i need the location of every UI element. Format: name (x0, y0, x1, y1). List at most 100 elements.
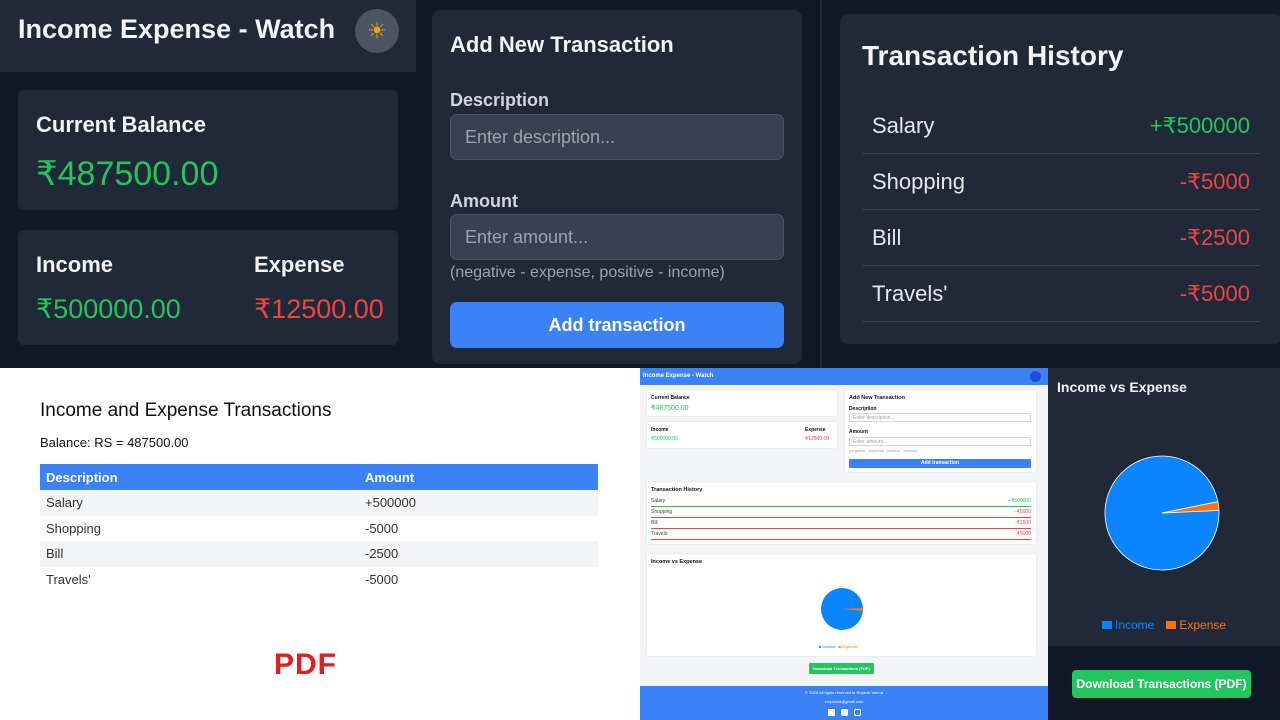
mini-row-amount: -₹5000 (1015, 531, 1031, 537)
mini-row-desc: Travels' (651, 531, 669, 537)
mini-title: Income Expense - Watch (643, 373, 714, 379)
mini-expense-label: Expense (805, 427, 826, 433)
mini-history-card: Transaction History Salary +₹500000 Shop… (647, 482, 1036, 544)
chart-panel: Income vs Expense Income Expense Downloa… (1048, 368, 1280, 720)
amount-input[interactable] (450, 214, 784, 260)
mini-balance-card: Current Balance ₹487500.00 (647, 390, 837, 416)
legend-expense[interactable]: Expense (1179, 618, 1226, 632)
transaction-history-card: Transaction History Salary +₹500000 Shop… (840, 14, 1280, 344)
mini-row-desc: Bill (651, 520, 658, 526)
chart-title: Income vs Expense (1057, 379, 1187, 395)
pdf-desc: Bill (40, 541, 359, 567)
table-row: Salary +500000 (40, 490, 598, 516)
mini-row-divider (651, 506, 1031, 507)
mini-legend-expense: Expense (842, 644, 858, 649)
mini-footer: © 2025 All rights reserved to Rupesh Ver… (640, 686, 1048, 720)
mini-add-button[interactable]: Add transaction (849, 459, 1031, 468)
income-expense-card: Income Expense ₹500000.00 ₹12500.00 (18, 230, 398, 345)
history-amount: -₹5000 (1179, 168, 1250, 194)
mini-download-button[interactable]: Download Transactions (PDF) (809, 663, 874, 674)
history-row[interactable]: Travels' -₹5000 (862, 266, 1260, 322)
pie-chart (1104, 455, 1220, 571)
chart-legend: Income Expense (1102, 618, 1226, 632)
income-label: Income (36, 252, 114, 277)
description-input[interactable] (450, 114, 784, 160)
history-row[interactable]: Salary +₹500000 (862, 98, 1260, 154)
amount-label: Amount (450, 191, 518, 211)
balance-label: Current Balance (36, 112, 206, 137)
mini-chart-legend: ■ Income ■ Expense (819, 644, 858, 649)
mini-row-divider (651, 528, 1031, 529)
table-row: Bill -2500 (40, 541, 598, 567)
mini-form-title: Add New Transaction (849, 395, 905, 401)
mini-desc-input[interactable]: Enter description... (849, 413, 1031, 422)
mini-row-desc: Shopping (651, 509, 673, 515)
mini-income-label: Income (651, 427, 669, 433)
balance-value: ₹487500.00 (36, 155, 219, 193)
mini-page-preview: Income Expense - Watch Current Balance ₹… (640, 368, 1048, 720)
pdf-amount: -5000 (365, 571, 399, 587)
linkedin-icon[interactable] (827, 709, 835, 716)
pdf-desc: Shopping (46, 520, 101, 536)
mini-row-desc: Salary (651, 498, 666, 504)
amount-hint: (negative - expense, positive - income) (450, 264, 725, 281)
app-title: Income Expense - Watch (18, 14, 336, 44)
income-vs-expense-card: Income vs Expense Income Expense (1048, 368, 1280, 646)
mini-row-divider (651, 517, 1031, 518)
mini-balance-label: Current Balance (651, 395, 690, 401)
history-amount: -₹5000 (1179, 280, 1250, 306)
mini-amount-input[interactable]: Enter amount... (849, 437, 1031, 446)
expense-label: Expense (254, 252, 345, 277)
mini-chart-title: Income vs Expense (651, 559, 703, 565)
app-header: Income Expense - Watch ☀ (0, 0, 416, 72)
instagram-icon[interactable] (853, 709, 861, 716)
legend-swatch-expense (1166, 621, 1177, 629)
mini-income-expense-card: Income Expense ₹500000.00 ₹12500.00 (647, 422, 837, 448)
pdf-title: Income and Expense Transactions (40, 400, 332, 421)
mini-hint: (negative - expense, positive - income) (849, 448, 918, 453)
mini-balance-value: ₹487500.00 (651, 405, 689, 412)
mini-pie-chart (821, 588, 864, 630)
history-row[interactable]: Bill -₹2500 (862, 210, 1260, 266)
pdf-amount: -2500 (359, 541, 598, 567)
moon-icon[interactable] (1030, 371, 1041, 382)
add-transaction-card: Add New Transaction Description Amount (… (432, 10, 802, 364)
history-amount: +₹500000 (1149, 112, 1250, 138)
mini-income-value: ₹500000.00 (651, 436, 678, 442)
history-desc: Travels' (872, 280, 948, 306)
form-title: Add New Transaction (450, 32, 674, 57)
history-row[interactable]: Shopping -₹5000 (862, 154, 1260, 210)
pdf-col-description: Description (40, 464, 359, 490)
pdf-preview: Income and Expense Transactions Balance:… (0, 368, 640, 720)
mini-history-title: Transaction History (651, 487, 703, 493)
legend-income[interactable]: Income (1115, 618, 1154, 632)
mini-row-divider (651, 539, 1031, 540)
balance-card: Current Balance ₹487500.00 (18, 90, 398, 210)
sun-icon[interactable]: ☀ (355, 9, 399, 53)
income-value: ₹500000.00 (36, 294, 181, 324)
mini-expense-value: ₹12500.00 (805, 436, 830, 442)
mini-form-card: Add New Transaction Description Enter de… (845, 390, 1036, 472)
legend-swatch-income (1102, 621, 1112, 629)
mini-amount-label: Amount (849, 429, 868, 435)
pdf-desc: Travels' (46, 571, 91, 587)
add-transaction-button[interactable]: Add transaction (450, 302, 784, 348)
pdf-amount: +500000 (359, 490, 598, 516)
pdf-amount: -5000 (365, 520, 399, 536)
pdf-desc: Salary (40, 490, 359, 516)
history-desc: Shopping (872, 168, 965, 194)
pdf-balance: Balance: RS = 487500.00 (40, 435, 189, 450)
pdf-table-header: Description Amount (40, 464, 598, 490)
history-amount: -₹2500 (1179, 224, 1250, 250)
pdf-col-amount: Amount (359, 464, 598, 490)
mini-row-amount: -₹5000 (1015, 509, 1031, 515)
history-title: Transaction History (862, 40, 1124, 71)
mini-row-amount: +₹500000 (1008, 498, 1031, 504)
download-pdf-button[interactable]: Download Transactions (PDF) (1072, 670, 1251, 698)
history-desc: Bill (872, 224, 902, 250)
mini-legend-income: Income (822, 644, 836, 649)
mini-header: Income Expense - Watch (640, 368, 1048, 385)
pdf-logo: PDF (274, 648, 337, 681)
expense-value: ₹12500.00 (254, 294, 384, 324)
youtube-icon[interactable] (840, 709, 848, 716)
